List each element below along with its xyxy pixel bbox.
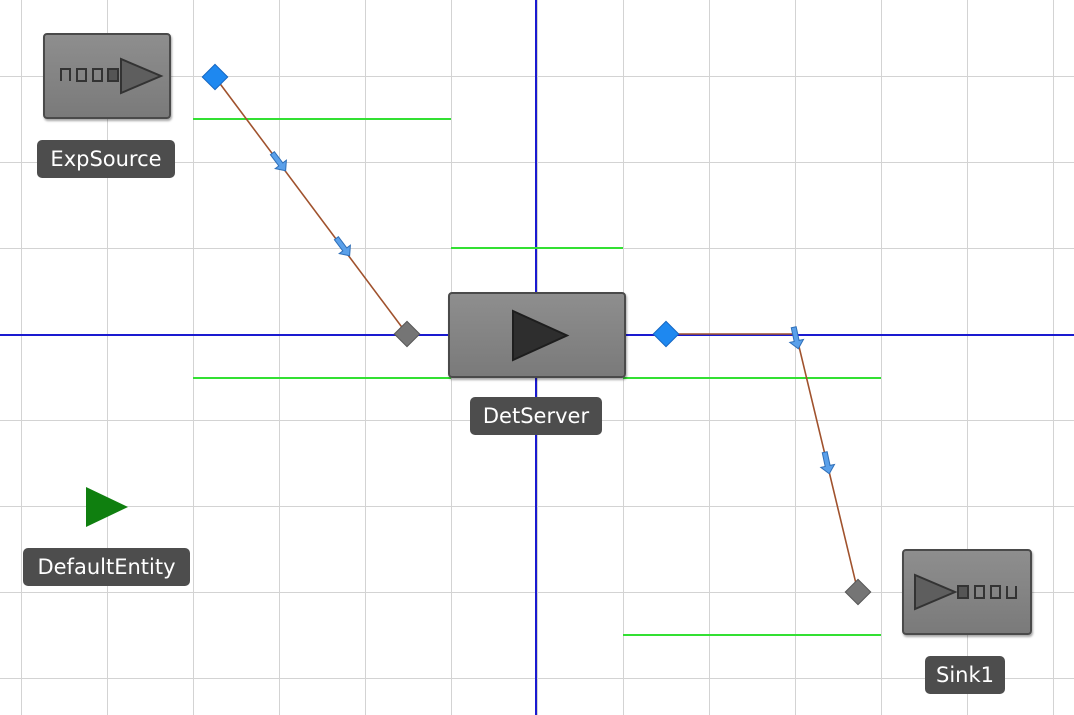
exp-source-label: ExpSource [37,140,175,178]
entity-triangle-icon[interactable] [82,484,132,530]
sink-label: Sink1 [925,656,1005,694]
det-server-icon [512,309,570,362]
connector-source-to-server[interactable] [214,76,408,335]
server-output-port[interactable] [652,320,680,348]
sink-icon [914,573,1017,611]
exp-source-block[interactable] [43,33,171,119]
default-entity-label: DefaultEntity [23,548,190,586]
model-canvas[interactable]: ExpSource DetServer Sink1 DefaultEntity [0,0,1074,715]
flow-arrow-icon [788,326,805,350]
server-input-port[interactable] [393,320,421,348]
exp-source-icon [60,57,164,95]
sink-block[interactable] [902,549,1032,635]
det-server-label: DetServer [470,397,602,435]
flow-arrow-icon [819,451,836,475]
flow-arrow-icon [269,151,287,172]
det-server-block[interactable] [448,292,626,378]
sink-input-port[interactable] [844,578,872,606]
source-output-port[interactable] [201,63,229,91]
